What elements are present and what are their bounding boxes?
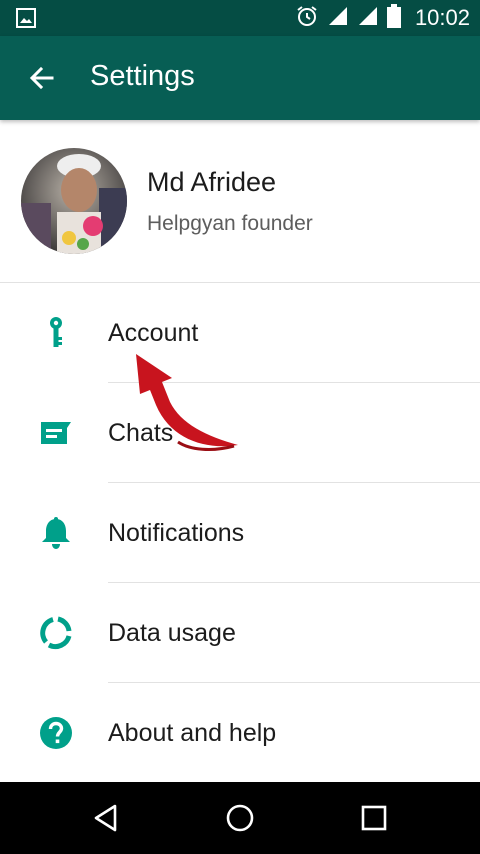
menu-item-data-usage[interactable]: Data usage (0, 583, 480, 683)
menu-item-about-help[interactable]: About and help (0, 683, 480, 783)
chat-icon (38, 415, 74, 451)
recents-square-icon (361, 805, 387, 831)
signal-icon (327, 5, 349, 32)
menu-item-label: Account (108, 319, 199, 347)
data-usage-icon (38, 615, 74, 651)
avatar[interactable] (21, 148, 127, 254)
battery-icon (386, 3, 401, 33)
nav-home-button[interactable] (222, 800, 258, 836)
home-circle-icon (226, 804, 254, 832)
profile-status: Helpgyan founder (147, 212, 313, 235)
status-time: 10:02 (414, 5, 470, 30)
profile-row[interactable]: Md Afridee Helpgyan founder (0, 120, 480, 282)
signal-icon (357, 5, 379, 32)
menu-item-label: About and help (108, 719, 277, 747)
key-icon (38, 315, 74, 351)
navigation-bar (0, 782, 480, 854)
settings-menu: Account Chats Notifications Data usage A… (0, 283, 480, 783)
menu-item-label: Data usage (108, 619, 236, 647)
menu-item-chats[interactable]: Chats (0, 383, 480, 483)
arrow-back-icon (29, 66, 54, 90)
help-icon (38, 715, 74, 751)
app-bar: Settings (0, 36, 480, 120)
menu-item-notifications[interactable]: Notifications (0, 483, 480, 583)
menu-item-label: Notifications (108, 519, 245, 547)
page-title: Settings (90, 60, 195, 92)
alarm-icon (295, 4, 319, 33)
menu-item-label: Chats (108, 419, 174, 447)
nav-back-button[interactable] (88, 800, 124, 836)
back-button[interactable] (26, 62, 58, 94)
bell-icon (38, 515, 74, 551)
nav-recents-button[interactable] (356, 800, 392, 836)
back-triangle-icon (94, 804, 117, 832)
menu-item-account[interactable]: Account (0, 283, 480, 383)
profile-name: Md Afridee (147, 167, 277, 197)
image-icon (16, 8, 36, 33)
status-bar: 10:02 (0, 0, 480, 36)
